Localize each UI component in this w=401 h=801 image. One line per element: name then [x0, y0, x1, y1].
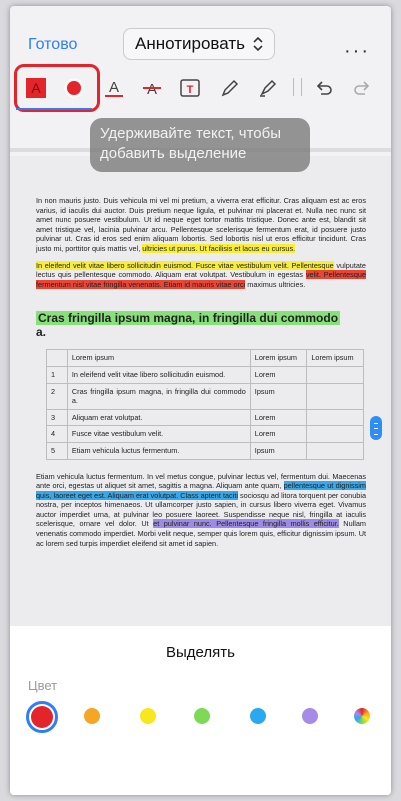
redo-button[interactable]	[346, 72, 378, 104]
color-label: Цвет	[28, 678, 58, 693]
paragraph-3: Etiam vehicula luctus fermentum. In vel …	[36, 471, 366, 548]
color-swatches	[24, 700, 384, 734]
svg-text:T: T	[187, 84, 194, 96]
table-cell: Aliquam erat volutpat.	[66, 408, 251, 427]
svg-text:A: A	[147, 81, 157, 98]
color-swatch-orange[interactable]	[84, 708, 100, 724]
chevron-updown-icon	[253, 36, 263, 52]
highlight-icon: A	[26, 78, 46, 98]
table-cell	[306, 365, 364, 384]
scroll-handle[interactable]	[370, 416, 382, 440]
table-cell: Lorem	[249, 365, 308, 384]
yellow-highlight[interactable]: ultricies ut purus. Ut facilisis et lacu…	[142, 243, 296, 253]
green-highlight[interactable]: Cras fringilla ipsum magna, in fringilla…	[36, 311, 341, 326]
color-swatch-red[interactable]	[26, 701, 58, 733]
color-swatch-blue[interactable]	[250, 708, 266, 724]
table-cell	[306, 425, 364, 443]
sheet-title: Выделять	[166, 644, 235, 661]
more-button[interactable]: ···	[344, 40, 370, 63]
table-cell	[306, 408, 364, 427]
table-cell	[306, 382, 364, 410]
table-cell: Ipsum	[249, 441, 308, 460]
table-cell: 5	[46, 441, 68, 460]
mode-label: Аннотировать	[135, 34, 245, 53]
table-cell: Cras fringilla ipsum magna, in fringilla…	[66, 382, 251, 410]
data-table: Lorem ipsum Lorem ipsum Lorem ipsum 1 In ele…	[46, 349, 364, 460]
mode-selector[interactable]: Аннотировать	[123, 28, 275, 60]
underline-tool-button[interactable]: A	[98, 72, 130, 104]
svg-text:A: A	[109, 79, 119, 96]
underline-icon: A	[105, 79, 123, 97]
undo-icon	[316, 81, 332, 95]
color-swatch-multicolor[interactable]	[354, 708, 370, 724]
header: Готово Аннотировать ···	[10, 6, 391, 64]
app-window: Готово Аннотировать ··· A A A T Удержива…	[10, 6, 391, 795]
marker-tool-button[interactable]	[252, 72, 284, 104]
marker-icon	[260, 79, 277, 97]
color-picker-button[interactable]	[58, 72, 90, 104]
toolbar-divider	[293, 78, 302, 96]
table-cell: 2	[46, 382, 68, 410]
table-cell: Etiam vehicula luctus fermentum.	[66, 441, 251, 460]
table-cell: Ipsum	[249, 382, 308, 410]
table-row: 4 Fusce vitae vestibulum velit. Lorem	[46, 425, 364, 443]
table-cell: 3	[46, 408, 68, 427]
pen-icon	[221, 79, 239, 97]
textbox-icon: T	[180, 79, 200, 97]
svg-text:A: A	[31, 80, 41, 96]
table-row: 5 Etiam vehicula luctus fermentum. Ipsum	[46, 441, 364, 460]
table-cell: Lorem ipsum	[66, 349, 251, 367]
hint-tooltip: Удерживайте текст, чтобы добавить выделе…	[90, 118, 310, 172]
table-cell: Lorem	[249, 425, 308, 443]
table-cell: Lorem ipsum	[249, 349, 308, 367]
highlight-tool-button[interactable]: A	[20, 72, 52, 104]
color-swatch-green[interactable]	[194, 708, 210, 724]
table-row: 2 Cras fringilla ipsum magna, in fringill…	[46, 382, 364, 410]
color-swatch-yellow[interactable]	[140, 708, 156, 724]
strikethrough-icon: A	[143, 81, 161, 98]
section-heading: Cras fringilla ipsum magna, in fringilla…	[36, 311, 341, 340]
table-cell	[306, 441, 364, 460]
done-button[interactable]: Готово	[28, 36, 77, 54]
document-viewer[interactable]: In non mauris justo. Duis vehicula mi ve…	[10, 156, 391, 626]
table-cell: In eleifend velit vitae libero sollicitu…	[66, 365, 251, 384]
redo-icon	[354, 81, 370, 95]
textbox-tool-button[interactable]: T	[174, 72, 206, 104]
table-cell: 1	[46, 365, 68, 384]
table-cell: Fusce vitae vestibulum velit.	[66, 425, 251, 443]
table-row: 3 Aliquam erat volutpat. Lorem	[46, 408, 364, 427]
table-cell: Lorem ipsum	[306, 349, 364, 367]
highlight-options-sheet: Выделять Цвет	[10, 626, 391, 795]
table-row: 1 In eleifend velit vitae libero sollicit…	[46, 365, 364, 384]
table-cell: 4	[46, 425, 68, 443]
purple-highlight[interactable]: et pulvinar nunc. Pellentesque fringilla…	[153, 519, 339, 529]
table-cell	[46, 349, 68, 367]
paragraph-1: In non mauris justo. Duis vehicula mi ve…	[36, 196, 366, 253]
table-row: Lorem ipsum Lorem ipsum Lorem ipsum	[46, 349, 364, 367]
pen-tool-button[interactable]	[214, 72, 246, 104]
strikethrough-tool-button[interactable]: A	[136, 72, 168, 104]
annotation-toolbar: A A A T	[10, 64, 391, 116]
paragraph-2: In eleifend velit vitae libero sollicitu…	[36, 260, 366, 289]
yellow-highlight[interactable]: In eleifend velit vitae libero sollicitu…	[36, 260, 334, 270]
selected-tool-underline	[16, 108, 92, 110]
red-dot-icon	[64, 78, 84, 98]
document-page: In non mauris justo. Duis vehicula mi ve…	[36, 196, 366, 555]
undo-button[interactable]	[308, 72, 340, 104]
table-cell: Lorem	[249, 408, 308, 427]
color-swatch-purple[interactable]	[302, 708, 318, 724]
